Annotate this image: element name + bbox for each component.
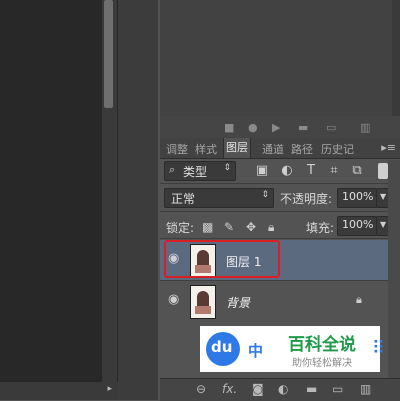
chevron-down-icon: ▼ <box>380 192 387 201</box>
panel-tabs: 调整 样式 图层 通道 路径 历史记 ▸≡ <box>160 138 400 159</box>
fill-field[interactable]: 100% <box>337 216 377 236</box>
chevron-updown-icon: ⇕ <box>261 190 269 200</box>
add-layer-style-button[interactable]: fx. <box>222 383 237 395</box>
lock-transparent-pixels-icon[interactable]: ▩ <box>202 220 213 234</box>
upper-panel-toolbar: ■ ● ▶ ▬ ▭ ▥ <box>160 116 400 138</box>
new-item-icon[interactable]: ▭ <box>326 122 336 133</box>
watermark-title: 百科全说 <box>288 335 356 355</box>
grid-icon: ⠿ <box>372 338 386 359</box>
layer-lock-icon: 🔒︎ <box>356 293 362 306</box>
new-adjustment-layer-icon[interactable]: ◐ <box>278 383 288 395</box>
stop-icon[interactable]: ■ <box>224 122 234 133</box>
watermark-subtitle: 助你轻松解决 <box>292 358 352 369</box>
fill-value: 100% <box>342 218 374 231</box>
tab-channels[interactable]: 通道 <box>262 141 284 157</box>
baidu-logo: du <box>206 332 240 366</box>
folder-icon[interactable]: ▬ <box>298 122 308 133</box>
logo-text: du <box>211 338 233 356</box>
filter-smart-object-icon[interactable]: ⧉ <box>350 164 364 178</box>
upper-panel <box>160 0 400 117</box>
highlight-box <box>164 240 280 278</box>
tab-adjustments[interactable]: 调整 <box>166 141 188 157</box>
panel-menu-icon[interactable]: ▸≡ <box>381 141 396 154</box>
opacity-label: 不透明度: <box>280 192 333 206</box>
lock-all-icon[interactable]: 🔒︎ <box>268 220 274 235</box>
add-mask-icon[interactable]: ◙ <box>252 383 264 395</box>
watermark-extra-text: 中 <box>248 342 264 360</box>
canvas-horizontal-scrollbar[interactable]: ▸ <box>0 382 118 400</box>
filter-toggle[interactable] <box>378 163 388 179</box>
opacity-field[interactable]: 100% <box>337 188 377 208</box>
filter-kind-label: 类型 <box>183 165 208 179</box>
filter-adjustment-icon[interactable]: ◐ <box>280 164 294 178</box>
layers-bottom-toolbar: ⊖ fx. ◙ ◐ ▬ ▭ ▥ <box>160 378 400 401</box>
delete-layer-icon[interactable]: ▥ <box>360 383 371 395</box>
tab-history[interactable]: 历史记 <box>321 141 354 157</box>
filter-kind-select[interactable]: ⌕ 类型 ⇕ <box>164 161 236 181</box>
divider <box>160 183 388 184</box>
layers-scrollbar[interactable] <box>388 160 400 378</box>
tab-paths[interactable]: 路径 <box>291 141 313 157</box>
tab-layers[interactable]: 图层 <box>223 138 251 158</box>
layer-row-background[interactable]: ◉ 背景 🔒︎ <box>160 281 388 321</box>
scroll-arrow-icon[interactable]: ▸ <box>107 384 112 394</box>
play-icon[interactable]: ▶ <box>272 122 280 133</box>
divider <box>160 238 388 239</box>
watermark-overlay: du 中 百科全说 助你轻松解决 ⠿ <box>200 326 385 372</box>
record-icon[interactable]: ● <box>248 122 258 133</box>
lock-label: 锁定: <box>166 221 195 235</box>
divider <box>160 211 388 212</box>
chevron-down-icon: ▼ <box>380 220 387 229</box>
lock-position-icon[interactable]: ✥ <box>246 220 256 234</box>
visibility-eye-icon[interactable]: ◉ <box>168 293 182 307</box>
chevron-updown-icon: ⇕ <box>223 163 231 173</box>
layer-thumbnail <box>190 285 216 319</box>
filter-pixel-icon[interactable]: ▣ <box>255 164 269 178</box>
canvas-scroll-thumb[interactable] <box>104 0 113 108</box>
panel-dock-gap <box>118 0 158 400</box>
search-icon: ⌕ <box>169 163 176 176</box>
tab-styles[interactable]: 样式 <box>195 141 217 157</box>
trash-icon[interactable]: ▥ <box>360 122 370 133</box>
fill-label: 填充: <box>306 221 335 235</box>
link-layers-icon[interactable]: ⊖ <box>196 383 206 395</box>
new-group-icon[interactable]: ▬ <box>306 383 317 395</box>
lock-image-pixels-icon[interactable]: ✎ <box>224 220 234 234</box>
blend-mode-value: 正常 <box>171 192 196 206</box>
new-layer-icon[interactable]: ▭ <box>332 383 343 395</box>
filter-shape-icon[interactable]: ⌗ <box>327 164 341 178</box>
canvas-area[interactable] <box>0 0 118 400</box>
layer-name[interactable]: 背景 <box>226 294 250 311</box>
filter-type-icon[interactable]: T <box>304 164 318 178</box>
opacity-value: 100% <box>342 190 374 203</box>
blend-mode-select[interactable]: 正常 ⇕ <box>164 188 274 208</box>
